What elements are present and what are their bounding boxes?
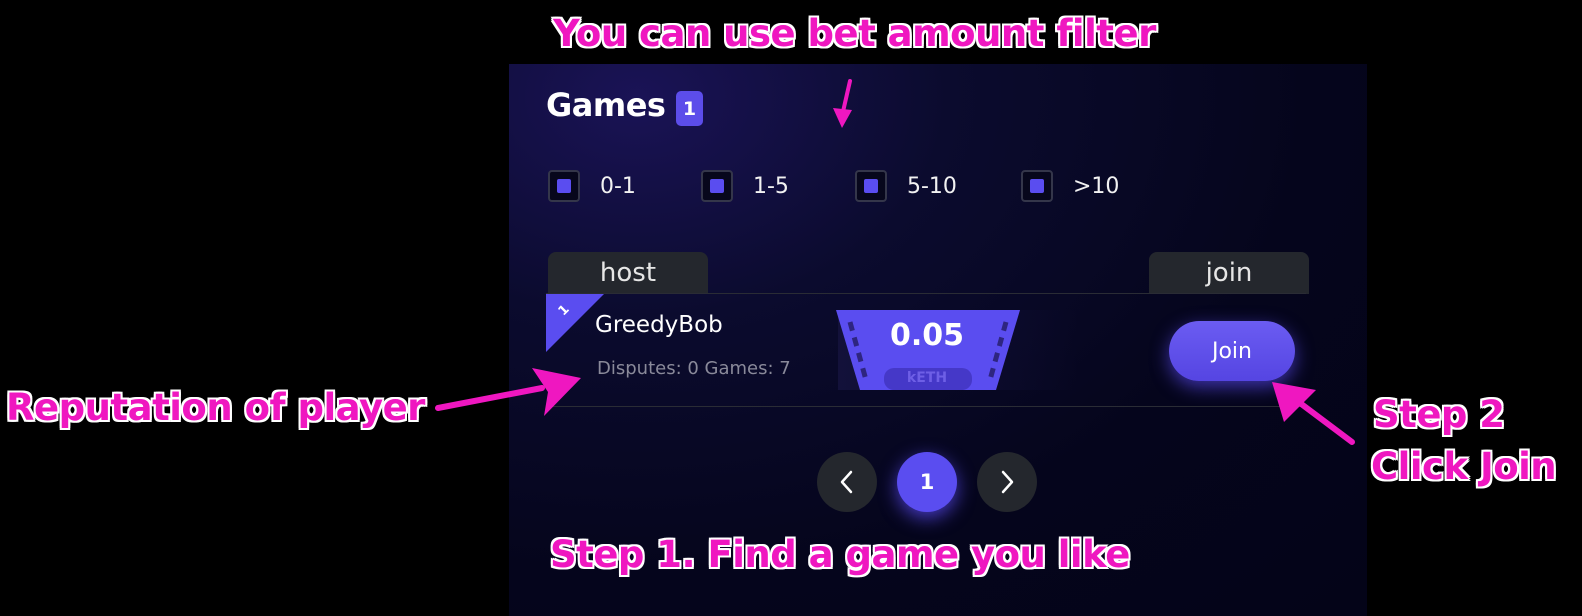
arrow-down-icon bbox=[833, 79, 852, 128]
filter-0-1[interactable]: 0-1 bbox=[548, 170, 636, 202]
filter-over-10[interactable]: >10 bbox=[1021, 170, 1119, 202]
filter-checkbox[interactable] bbox=[548, 170, 580, 202]
annotation-step2-line1: Step 2 bbox=[1373, 393, 1505, 436]
games-count-badge: 1 bbox=[676, 91, 703, 126]
filter-label: 0-1 bbox=[600, 173, 636, 199]
chevron-right-icon bbox=[1001, 470, 1014, 494]
filter-label: 5-10 bbox=[907, 173, 957, 199]
annotation-reputation: Reputation of player bbox=[6, 386, 425, 429]
filter-label: 1-5 bbox=[753, 173, 789, 199]
filter-1-5[interactable]: 1-5 bbox=[701, 170, 789, 202]
bet-amount: 0.05 bbox=[889, 318, 965, 353]
table-divider bbox=[546, 293, 1306, 294]
arrow-up-left-icon bbox=[1272, 382, 1355, 445]
join-column-header: join bbox=[1149, 252, 1309, 294]
annotation-step2-line2: Click Join bbox=[1371, 445, 1557, 488]
filter-label: >10 bbox=[1073, 173, 1120, 199]
annotation-step1: Step 1. Find a game you like bbox=[550, 533, 1130, 576]
annotation-filter-hint: You can use bet amount filter bbox=[553, 12, 1156, 55]
join-button[interactable]: Join bbox=[1169, 321, 1295, 381]
prev-page-button[interactable] bbox=[817, 452, 877, 512]
table-divider bbox=[546, 406, 1306, 407]
filter-checkbox[interactable] bbox=[701, 170, 733, 202]
host-column-header: host bbox=[548, 252, 708, 294]
games-title: Games bbox=[546, 86, 666, 124]
filter-checkbox[interactable] bbox=[855, 170, 887, 202]
host-reputation: Disputes: 0 Games: 7 bbox=[597, 358, 791, 379]
next-page-button[interactable] bbox=[977, 452, 1037, 512]
bet-unit: kETH bbox=[906, 370, 948, 386]
chevron-left-icon bbox=[840, 470, 853, 494]
filter-checkbox[interactable] bbox=[1021, 170, 1053, 202]
page-1-button[interactable]: 1 bbox=[897, 452, 957, 512]
filter-5-10[interactable]: 5-10 bbox=[855, 170, 957, 202]
host-name: GreedyBob bbox=[595, 312, 723, 338]
arrow-right-icon bbox=[435, 368, 581, 416]
